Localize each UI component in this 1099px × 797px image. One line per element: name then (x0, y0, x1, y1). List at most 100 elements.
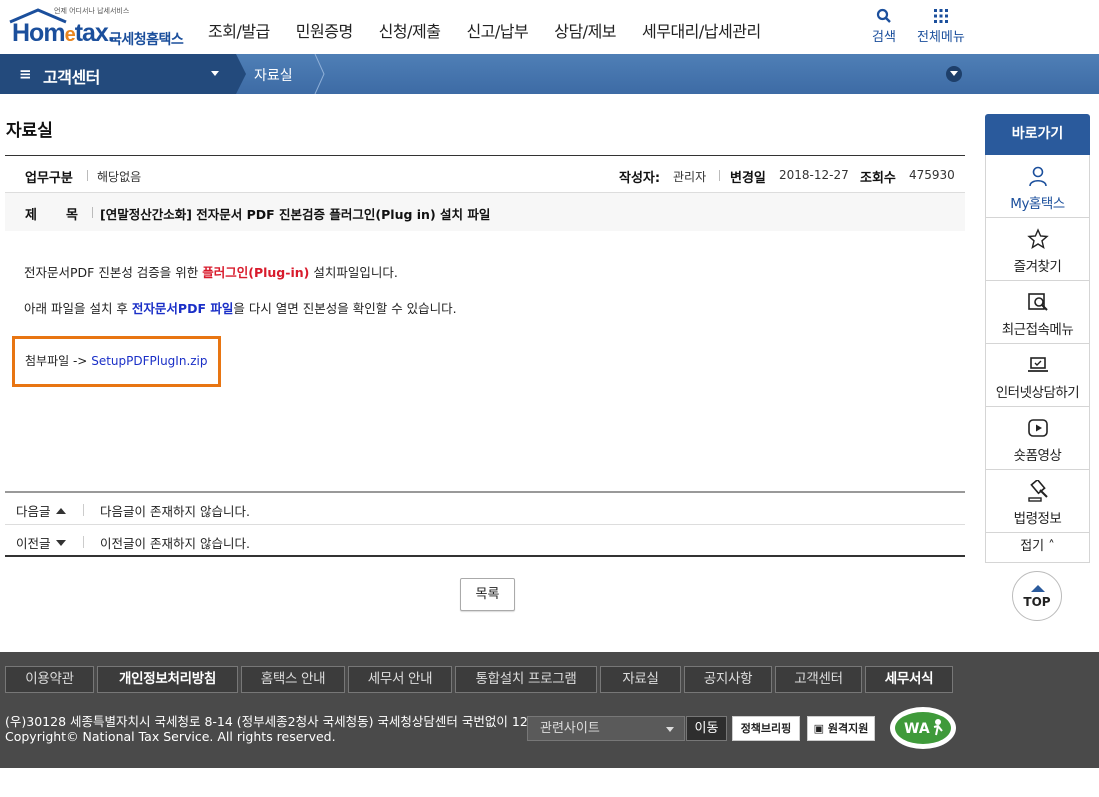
remote-icon: ▣ (813, 722, 825, 735)
logo-korean-name: 국세청홈택스 (109, 32, 184, 48)
divider (83, 536, 84, 548)
attachment-row: 첨부파일 -> SetupPDFPlugIn.zip (25, 352, 208, 369)
modified-value: 2018-12-27 (779, 168, 849, 182)
hometax-logo[interactable]: 언제 어디서나 납세서비스 Hometax. 국세청홈택스 (6, 6, 196, 48)
footer-data-room[interactable]: 자료실 (600, 666, 681, 693)
divider (92, 207, 93, 218)
main-navigation: 조회/발급 민원증명 신청/제출 신고/납부 상담/제보 세무대리/납세관리 (208, 18, 787, 42)
location-bar: ≡ 고객센터 자료실 (0, 54, 1099, 94)
page-title: 자료실 (6, 121, 53, 141)
star-icon (1027, 228, 1049, 249)
subject-label-a: 제 (25, 208, 37, 223)
search-icon (876, 8, 891, 23)
views-value: 475930 (909, 168, 955, 182)
all-menu-button[interactable]: 전체메뉴 (917, 8, 965, 45)
quick-links-panel: 바로가기 My홈택스 즐겨찾기 최근접속메뉴 인터넷상담하기 숏폼영상 법령정보… (985, 114, 1090, 563)
nav-certificate[interactable]: 민원증명 (296, 18, 353, 42)
author-value: 관리자 (673, 170, 707, 184)
laptop-check-icon (1028, 357, 1048, 372)
gavel-icon (1028, 480, 1048, 502)
footer-tax-forms[interactable]: 세무서식 (865, 666, 953, 693)
plugin-highlight: 플러그인(Plug-in) (202, 265, 310, 280)
search-label: 검색 (872, 30, 896, 45)
prev-post-value: 이전글이 존재하지 않습니다. (100, 536, 250, 551)
play-icon (1028, 419, 1048, 437)
section-label: 고객센터 (43, 68, 100, 87)
top-header: 언제 어디서나 납세서비스 Hometax. 국세청홈택스 조회/발급 민원증명… (0, 0, 1099, 54)
next-post-label: 다음글 (16, 501, 66, 520)
breadcrumb-current[interactable]: 자료실 (254, 65, 293, 85)
fold-button[interactable]: 접기 ˄ (985, 533, 1090, 563)
category-label: 업무구분 (25, 171, 73, 186)
nav-filing-payment[interactable]: 신고/납부 (466, 18, 528, 42)
list-button[interactable]: 목록 (460, 578, 515, 611)
arrow-up-icon (55, 508, 66, 514)
subject-value: [연말정산간소화] 전자문서 PDF 진본검증 플러그인(Plug in) 설치… (100, 207, 491, 222)
section-dropdown[interactable]: ≡ 고객센터 (0, 54, 236, 94)
policy-briefing-button[interactable]: 정책브리핑 (732, 716, 800, 741)
chevron-up-icon: ˄ (1048, 539, 1055, 554)
attachment-label: 첨부파일 -> (25, 354, 88, 368)
footer-hometax-guide[interactable]: 홈택스 안내 (241, 666, 345, 693)
footer-customer-center[interactable]: 고객센터 (775, 666, 862, 693)
search-button[interactable]: 검색 (872, 8, 896, 45)
divider (83, 504, 84, 516)
next-post-row[interactable]: 다음글 다음글이 존재하지 않습니다. (5, 493, 965, 525)
post-info: 업무구분 해당없음 작성자: 관리자 변경일 2018-12-27 조회수 47… (5, 155, 965, 231)
quick-recent-menu[interactable]: 최근접속메뉴 (985, 281, 1090, 344)
author-label: 작성자: (619, 171, 661, 186)
quick-favorites[interactable]: 즐겨찾기 (985, 218, 1090, 281)
scroll-top-button[interactable]: TOP (1012, 571, 1062, 621)
all-menu-label: 전체메뉴 (917, 30, 965, 45)
body-line-2: 아래 파일을 설치 후 전자문서PDF 파일을 다시 열면 진본성을 확인할 수… (24, 301, 457, 316)
footer-terms[interactable]: 이용약관 (5, 666, 94, 693)
footer-address: (우)30128 세종특별자치시 국세청로 8-14 (정부세종2청사 국세청동… (5, 714, 536, 744)
caret-down-icon (211, 71, 219, 76)
arrow-down-icon (55, 540, 66, 546)
expand-toggle-icon[interactable] (946, 66, 962, 82)
next-post-value: 다음글이 존재하지 않습니다. (100, 504, 250, 519)
subject-label-b: 목 (66, 208, 78, 223)
footer-taxoffice-guide[interactable]: 세무서 안내 (348, 666, 452, 693)
address-text: (우)30128 세종특별자치시 국세청로 8-14 (정부세종2청사 국세청동… (5, 714, 536, 729)
hamburger-icon: ≡ (19, 65, 32, 83)
quick-my-hometax[interactable]: My홈택스 (985, 155, 1090, 218)
prev-post-label: 이전글 (16, 533, 66, 552)
nav-consult-report[interactable]: 상담/제보 (554, 18, 616, 42)
post-meta-row: 업무구분 해당없음 작성자: 관리자 변경일 2018-12-27 조회수 47… (5, 156, 965, 193)
divider (719, 170, 720, 181)
post-navigation: 다음글 다음글이 존재하지 않습니다. 이전글 이전글이 존재하지 않습니다. (5, 491, 965, 557)
logo-tagline: 언제 어디서나 납세서비스 (54, 7, 130, 15)
footer-notice[interactable]: 공지사항 (684, 666, 772, 693)
subject-row: 제 목 [연말정산간소화] 전자문서 PDF 진본검증 플러그인(Plug in… (5, 193, 965, 231)
nav-inquiry[interactable]: 조회/발급 (208, 18, 270, 42)
nav-application[interactable]: 신청/제출 (379, 18, 441, 42)
pdf-file-highlight: 전자문서PDF 파일 (131, 301, 234, 316)
breadcrumb-arrow (236, 54, 246, 94)
related-sites-select[interactable]: 관련사이트 (527, 716, 685, 741)
category-value: 해당없음 (97, 170, 142, 184)
copyright-text: Copyright© National Tax Service. All rig… (5, 729, 336, 744)
recent-search-icon (1028, 293, 1048, 311)
attachment-file-link[interactable]: SetupPDFPlugIn.zip (91, 354, 207, 368)
go-button[interactable]: 이동 (686, 716, 727, 741)
quick-law-info[interactable]: 법령정보 (985, 470, 1090, 533)
modified-label: 변경일 (730, 171, 766, 186)
svg-text:WA: WA (904, 721, 930, 737)
nav-tax-agent[interactable]: 세무대리/납세관리 (642, 18, 761, 42)
quick-short-video[interactable]: 숏폼영상 (985, 407, 1090, 470)
footer: 이용약관 개인정보처리방침 홈택스 안내 세무서 안내 통합설치 프로그램 자료… (0, 652, 1099, 768)
footer-privacy[interactable]: 개인정보처리방침 (97, 666, 238, 693)
prev-post-row[interactable]: 이전글 이전글이 존재하지 않습니다. (5, 525, 965, 557)
web-accessibility-mark-icon: WA (890, 707, 956, 749)
logo-brand: Hometax. (12, 19, 115, 47)
footer-install-program[interactable]: 통합설치 프로그램 (455, 666, 597, 693)
divider (87, 170, 88, 181)
body-line-1: 전자문서PDF 진본성 검증을 위한 플러그인(Plug-in) 설치파일입니다… (24, 265, 398, 280)
views-label: 조회수 (860, 171, 896, 186)
remote-support-button[interactable]: ▣ 원격지원 (807, 716, 875, 741)
breadcrumb-separator-icon (314, 54, 325, 94)
person-icon (1029, 166, 1047, 187)
quick-internet-consult[interactable]: 인터넷상담하기 (985, 344, 1090, 407)
quick-links-title: 바로가기 (985, 114, 1090, 155)
